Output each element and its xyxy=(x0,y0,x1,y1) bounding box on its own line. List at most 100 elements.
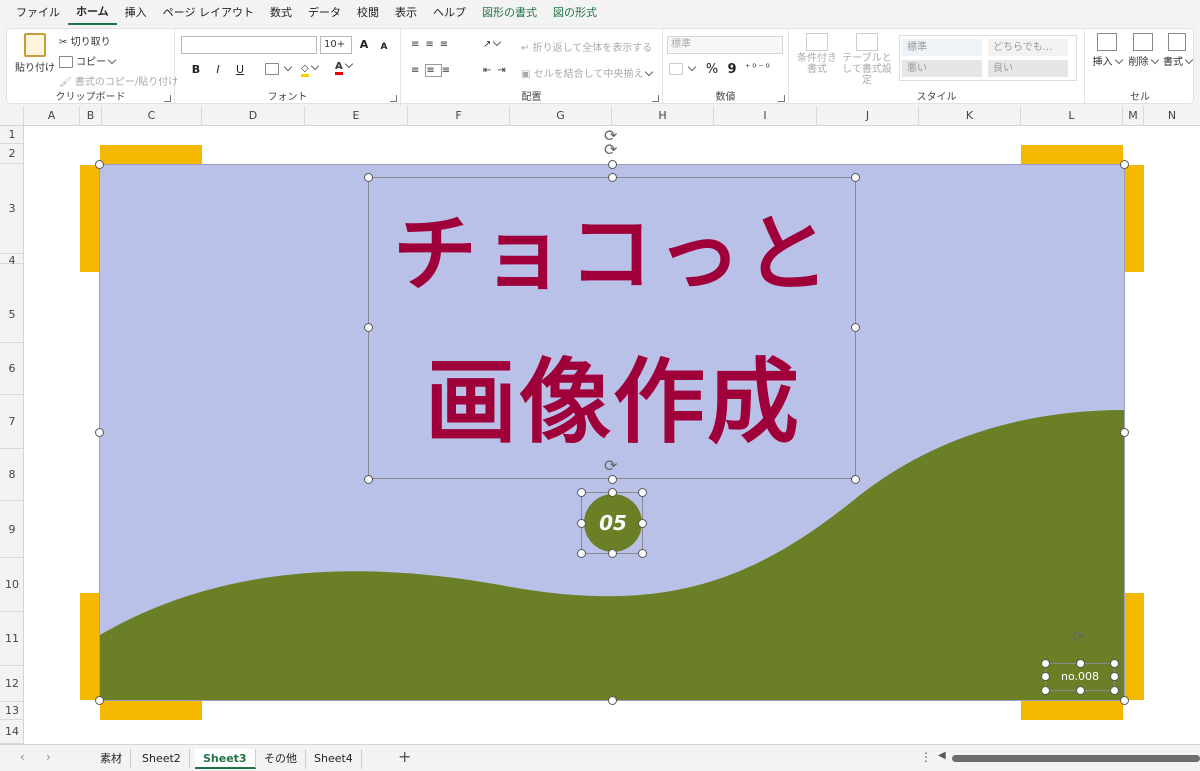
number-badge[interactable]: 05 xyxy=(584,494,642,552)
italic-button[interactable]: I xyxy=(209,61,227,79)
row-header[interactable]: 14 xyxy=(0,720,24,744)
dialog-launcher-icon[interactable] xyxy=(652,95,659,102)
row-header[interactable]: 12 xyxy=(0,666,24,702)
menu-data[interactable]: データ xyxy=(300,0,349,26)
font-size-combo[interactable]: 10+ xyxy=(320,36,352,54)
resize-handle[interactable] xyxy=(364,173,373,182)
style-bad[interactable]: 悪い xyxy=(902,60,982,77)
resize-handle[interactable] xyxy=(577,519,586,528)
row-header[interactable]: 2 xyxy=(0,144,24,164)
format-painter-button[interactable]: 🖌 書式のコピー/貼り付け xyxy=(59,73,178,88)
indent-buttons[interactable]: ⇤⇥ xyxy=(483,65,512,76)
title-textbox[interactable]: チョコっと 画像作成 xyxy=(368,177,856,479)
column-header[interactable]: L xyxy=(1021,106,1123,126)
vertical-align-buttons[interactable]: ≡≡≡ xyxy=(411,39,454,50)
number-format-combo[interactable]: 標準 xyxy=(667,36,783,54)
bold-button[interactable]: B xyxy=(187,61,205,79)
style-normal[interactable]: 標準 xyxy=(902,39,982,56)
row-header[interactable]: 1 xyxy=(0,126,24,144)
resize-handle[interactable] xyxy=(851,475,860,484)
column-header[interactable]: C xyxy=(102,106,202,126)
resize-handle[interactable] xyxy=(1076,659,1085,668)
sheet-tab[interactable]: Sheet2 xyxy=(134,749,190,769)
orientation-button[interactable]: ↗ xyxy=(483,37,502,50)
font-color-button[interactable]: A xyxy=(335,59,353,75)
resize-handle[interactable] xyxy=(851,173,860,182)
resize-handle[interactable] xyxy=(577,488,586,497)
rotate-handle-icon[interactable]: ⟳ xyxy=(604,142,617,158)
resize-handle[interactable] xyxy=(608,475,617,484)
resize-handle[interactable] xyxy=(95,696,104,705)
column-header[interactable]: A xyxy=(24,106,80,126)
resize-handle[interactable] xyxy=(95,160,104,169)
decimal-buttons[interactable]: ⁺⁰⁻⁰ xyxy=(745,63,772,74)
row-header[interactable]: 4 xyxy=(0,236,24,286)
next-sheet-icon[interactable]: › xyxy=(46,750,51,764)
style-neutral[interactable]: どちらでも... xyxy=(988,39,1068,56)
resize-handle[interactable] xyxy=(1076,686,1085,695)
resize-handle[interactable] xyxy=(608,696,617,705)
resize-handle[interactable] xyxy=(364,475,373,484)
comma-button[interactable]: 9 xyxy=(723,61,741,79)
paste-button[interactable]: 貼り付け xyxy=(15,33,55,83)
row-header[interactable]: 9 xyxy=(0,501,24,558)
merge-center-button[interactable]: ▣ セルを結合して中央揃え xyxy=(521,65,654,80)
column-header[interactable]: M xyxy=(1123,106,1144,126)
resize-handle[interactable] xyxy=(608,160,617,169)
resize-handle[interactable] xyxy=(638,488,647,497)
resize-handle[interactable] xyxy=(1120,696,1129,705)
resize-handle[interactable] xyxy=(364,323,373,332)
resize-handle[interactable] xyxy=(95,428,104,437)
add-sheet-button[interactable]: + xyxy=(398,747,411,766)
resize-handle[interactable] xyxy=(1041,659,1050,668)
corner-decoration[interactable] xyxy=(100,145,202,165)
horizontal-scrollbar[interactable] xyxy=(952,755,1200,762)
column-header[interactable]: J xyxy=(817,106,919,126)
resize-handle[interactable] xyxy=(1110,686,1119,695)
resize-handle[interactable] xyxy=(1041,672,1050,681)
column-header[interactable]: N xyxy=(1144,106,1200,126)
menu-formulas[interactable]: 数式 xyxy=(262,0,300,26)
corner-decoration[interactable] xyxy=(80,165,100,272)
corner-decoration[interactable] xyxy=(100,700,202,720)
sheet-tab-active[interactable]: Sheet3 xyxy=(195,749,256,769)
resize-handle[interactable] xyxy=(638,519,647,528)
dialog-launcher-icon[interactable] xyxy=(778,95,785,102)
column-header[interactable]: K xyxy=(919,106,1021,126)
more-options-icon[interactable]: ⋮ xyxy=(920,750,932,764)
sheet-tab[interactable]: Sheet4 xyxy=(306,749,362,769)
corner-decoration[interactable] xyxy=(80,593,100,700)
column-header[interactable]: H xyxy=(612,106,714,126)
underline-button[interactable]: U xyxy=(231,61,249,79)
column-header[interactable]: E xyxy=(305,106,408,126)
row-header[interactable]: 7 xyxy=(0,395,24,449)
row-header[interactable]: 5 xyxy=(0,286,24,343)
menu-view[interactable]: 表示 xyxy=(387,0,425,26)
menu-picture-format[interactable]: 図の形式 xyxy=(545,0,605,26)
resize-handle[interactable] xyxy=(608,549,617,558)
format-cells-button[interactable]: 書式 xyxy=(1163,33,1194,68)
cut-button[interactable]: ✂ 切り取り xyxy=(59,33,111,48)
rotate-handle-icon[interactable]: ⟳ xyxy=(604,458,617,474)
dialog-launcher-icon[interactable] xyxy=(164,95,171,102)
border-button[interactable] xyxy=(265,62,293,75)
resize-handle[interactable] xyxy=(608,173,617,182)
corner-decoration[interactable] xyxy=(1021,700,1123,720)
menu-file[interactable]: ファイル xyxy=(8,0,68,26)
row-header[interactable]: 11 xyxy=(0,612,24,666)
menu-page-layout[interactable]: ページ レイアウト xyxy=(155,0,262,26)
scroll-left-icon[interactable]: ◀ xyxy=(938,750,946,761)
select-all-corner[interactable] xyxy=(0,106,24,126)
column-header[interactable]: I xyxy=(714,106,817,126)
corner-decoration[interactable] xyxy=(1125,593,1144,700)
column-header[interactable]: G xyxy=(510,106,612,126)
row-header[interactable]: 10 xyxy=(0,558,24,612)
fill-color-button[interactable]: ◇ xyxy=(301,61,319,77)
resize-handle[interactable] xyxy=(638,549,647,558)
insert-cells-button[interactable]: 挿入 xyxy=(1091,33,1123,68)
font-name-combo[interactable] xyxy=(181,36,317,54)
prev-sheet-icon[interactable]: ‹ xyxy=(20,750,25,764)
row-header[interactable]: 6 xyxy=(0,343,24,395)
column-header[interactable]: F xyxy=(408,106,510,126)
format-as-table-button[interactable]: テーブルとして書式設定 xyxy=(841,33,893,86)
